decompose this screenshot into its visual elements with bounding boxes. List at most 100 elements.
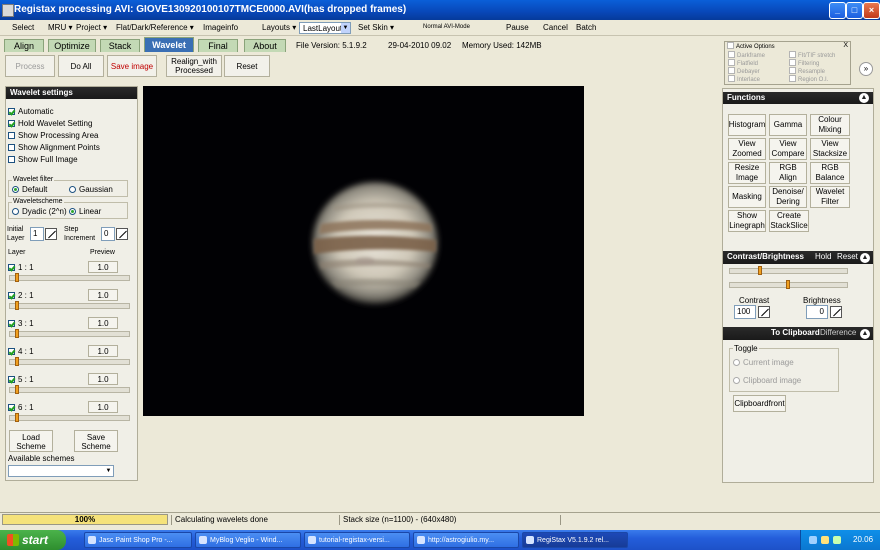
layout-select[interactable]: LastLayout ▼ [299,22,351,34]
layer-6-slider[interactable] [9,415,130,421]
gamma-button[interactable]: Gamma [769,114,807,136]
menu-avi-mode[interactable]: Normal AVI-Mode [423,24,470,30]
menu-layouts[interactable]: Layouts ▾ [262,23,296,32]
wavelet-filter-button[interactable]: Wavelet Filter [810,186,850,208]
contrast-reset-button[interactable]: Reset [837,251,858,263]
create-stackslice-button[interactable]: Create StackSlice [769,210,809,232]
process-button[interactable]: Process [5,55,55,77]
scheme-linear-radio[interactable]: Linear [69,207,101,216]
functions-collapse-icon[interactable]: ▲ [859,93,869,103]
menu-pause[interactable]: Pause [506,23,529,32]
masking-button[interactable]: Masking [728,186,766,208]
layer-1-slider[interactable] [9,275,130,281]
clipboardfront-button[interactable]: Clipboardfront [733,395,786,412]
contrast-slider[interactable] [729,268,848,274]
view-zoomed-button[interactable]: View Zoomed [728,138,766,160]
load-scheme-button[interactable]: Load Scheme [9,430,53,452]
show-linegraph-button[interactable]: Show Linegraph [728,210,766,232]
brightness-input[interactable]: 0 [806,305,828,319]
menu-imageinfo[interactable]: Imageinfo [203,23,238,32]
tab-stack[interactable]: Stack [100,39,140,52]
layer-6-slider-thumb[interactable] [15,413,19,422]
task-tutorial[interactable]: tutorial-registax-versi... [304,532,410,548]
show-processing-area-checkbox[interactable]: Show Processing Area [8,131,99,140]
layer-3-preview-button[interactable]: 1.0 [88,317,118,329]
layer-1-slider-thumb[interactable] [15,273,19,282]
layer-2-slider-thumb[interactable] [15,301,19,310]
layer-3-slider[interactable] [9,331,130,337]
contrast-input[interactable]: 100 [734,305,756,319]
brightness-spinner[interactable] [830,306,842,318]
reset-button[interactable]: Reset [224,55,270,77]
layer-6-preview-button[interactable]: 1.0 [88,401,118,413]
contrast-slider-thumb[interactable] [758,266,762,275]
difference-button[interactable]: Difference [820,327,856,339]
volume-icon[interactable] [821,536,829,544]
layer-5-checkbox[interactable]: 5 : 1 [8,375,34,384]
contrast-hold-button[interactable]: Hold [815,251,831,263]
layer-1-checkbox[interactable]: 1 : 1 [8,263,34,272]
show-full-image-checkbox[interactable]: Show Full Image [8,155,78,164]
menu-select[interactable]: Select [12,23,34,32]
automatic-checkbox[interactable]: Automatic [8,107,54,116]
layer-3-slider-thumb[interactable] [15,329,19,338]
resize-image-button[interactable]: Resize Image [728,162,766,184]
show-alignment-points-checkbox[interactable]: Show Alignment Points [8,143,100,152]
contrast-spinner[interactable] [758,306,770,318]
view-stacksize-button[interactable]: View Stacksize [810,138,850,160]
tab-wavelet[interactable]: Wavelet [144,37,194,52]
rgb-align-button[interactable]: RGB Align [769,162,807,184]
save-image-button[interactable]: Save image [107,55,157,77]
to-clipboard-button[interactable]: To Clipboard [771,327,820,339]
tab-align[interactable]: Align [4,39,44,52]
task-registax[interactable]: RegiStax V5.1.9.2 rel... [522,532,628,548]
menu-project[interactable]: Project ▾ [76,23,107,32]
layer-5-slider[interactable] [9,387,130,393]
available-schemes-select[interactable]: ▼ [8,465,114,477]
scheme-dyadic-radio[interactable]: Dyadic (2^n) [12,207,67,216]
hold-wavelet-checkbox[interactable]: Hold Wavelet Setting [8,119,92,128]
expand-panel-button[interactable]: » [859,62,873,76]
initial-layer-input[interactable]: 1 [30,227,44,241]
close-button[interactable]: × [863,2,880,19]
task-astrogiulio[interactable]: http://astrogiulio.my... [413,532,519,548]
view-compare-button[interactable]: View Compare [769,138,807,160]
menu-set-skin[interactable]: Set Skin ▾ [358,23,394,32]
tab-about[interactable]: About [244,39,286,52]
clipboard-collapse-icon[interactable]: ▲ [860,329,870,339]
menu-batch[interactable]: Batch [576,23,596,32]
save-scheme-button[interactable]: Save Scheme [74,430,118,452]
security-icon[interactable] [833,536,841,544]
initial-layer-spinner[interactable] [45,228,57,240]
realign-with-processed-button[interactable]: Realign_with Processed [166,55,222,77]
step-increment-spinner[interactable] [116,228,128,240]
menu-mru[interactable]: MRU ▾ [48,23,72,32]
tab-optimize[interactable]: Optimize [48,39,96,52]
denoise-dering-button[interactable]: Denoise/Dering [769,186,807,208]
image-viewport[interactable] [143,86,584,416]
menu-flat-dark-reference[interactable]: Flat/Dark/Reference ▾ [116,23,194,32]
maximize-button[interactable]: □ [846,2,863,19]
layer-4-preview-button[interactable]: 1.0 [88,345,118,357]
tab-final[interactable]: Final [198,39,238,52]
filter-gaussian-radio[interactable]: Gaussian [69,185,113,194]
rgb-balance-button[interactable]: RGB Balance [810,162,850,184]
current-image-radio[interactable]: Current image [733,358,794,367]
layer-4-checkbox[interactable]: 4 : 1 [8,347,34,356]
minimize-button[interactable]: _ [829,2,846,19]
layer-2-slider[interactable] [9,303,130,309]
do-all-button[interactable]: Do All [58,55,104,77]
layer-4-slider[interactable] [9,359,130,365]
layer-2-checkbox[interactable]: 2 : 1 [8,291,34,300]
task-myblog[interactable]: MyBlog Veglio - Wind... [195,532,301,548]
menu-cancel[interactable]: Cancel [543,23,568,32]
colour-mixing-button[interactable]: Colour Mixing [810,114,850,136]
brightness-slider-thumb[interactable] [786,280,790,289]
layer-5-preview-button[interactable]: 1.0 [88,373,118,385]
clipboard-image-radio[interactable]: Clipboard image [733,376,801,385]
layer-1-preview-button[interactable]: 1.0 [88,261,118,273]
layer-6-checkbox[interactable]: 6 : 1 [8,403,34,412]
step-increment-input[interactable]: 0 [101,227,115,241]
layer-3-checkbox[interactable]: 3 : 1 [8,319,34,328]
network-icon[interactable] [809,536,817,544]
